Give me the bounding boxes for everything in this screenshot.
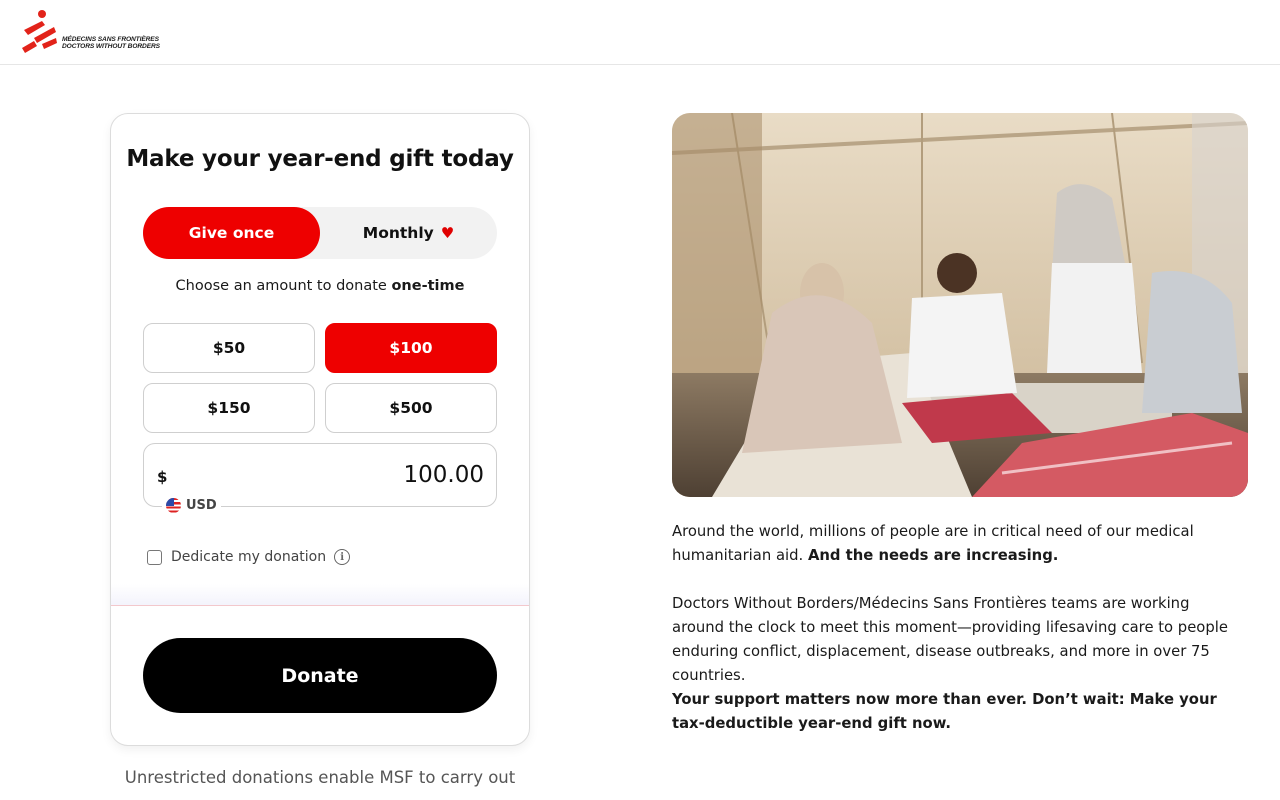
support-paragraph: Your support matters now more than ever.… bbox=[672, 691, 1217, 732]
amount-label: $100 bbox=[389, 339, 433, 357]
give-once-label: Give once bbox=[188, 224, 275, 242]
amount-label: $500 bbox=[389, 399, 433, 417]
amount-label: $150 bbox=[207, 399, 251, 417]
card-divider bbox=[111, 605, 529, 606]
amount-caption-text: Choose an amount to donate bbox=[175, 278, 387, 294]
unrestricted-donations-note: Unrestricted donations enable MSF to car… bbox=[124, 768, 516, 787]
dedicate-label[interactable]: Dedicate my donation bbox=[171, 549, 326, 565]
amount-caption-frequency: one-time bbox=[391, 278, 465, 294]
currency-selector[interactable]: USD bbox=[162, 498, 221, 513]
donation-title: Make your year-end gift today bbox=[126, 146, 514, 172]
monthly-label: Monthly bbox=[362, 224, 434, 242]
amount-button-500[interactable]: $500 bbox=[325, 383, 497, 433]
logo-line-2: DOCTORS WITHOUT BORDERS bbox=[62, 43, 160, 50]
amount-caption: Choose an amount to donate one-time bbox=[111, 278, 529, 294]
frequency-toggle: Give once Monthly ♥ bbox=[143, 207, 497, 259]
scroll-fade bbox=[111, 584, 529, 606]
heart-icon: ♥ bbox=[440, 224, 455, 242]
logo-wordmark: MÉDECINS SANS FRONTIÈRES DOCTORS WITHOUT… bbox=[62, 36, 160, 51]
dedicate-checkbox[interactable] bbox=[147, 549, 162, 565]
custom-amount-field[interactable]: $ USD bbox=[143, 443, 497, 513]
dedicate-donation-row: Dedicate my donation i bbox=[147, 549, 351, 565]
amount-input[interactable] bbox=[224, 458, 484, 492]
amount-button-50[interactable]: $50 bbox=[143, 323, 315, 373]
logo-line-1: MÉDECINS SANS FRONTIÈRES bbox=[62, 35, 159, 43]
amount-label: $50 bbox=[212, 339, 246, 357]
msf-logo[interactable]: MÉDECINS SANS FRONTIÈRES DOCTORS WITHOUT… bbox=[20, 8, 160, 56]
amount-button-150[interactable]: $150 bbox=[143, 383, 315, 433]
teams-paragraph: Doctors Without Borders/Médecins Sans Fr… bbox=[672, 595, 1228, 684]
monthly-button[interactable]: Monthly ♥ bbox=[320, 207, 497, 259]
site-header: MÉDECINS SANS FRONTIÈRES DOCTORS WITHOUT… bbox=[0, 0, 1280, 65]
intro-paragraph: Around the world, millions of people are… bbox=[672, 520, 1242, 568]
donation-card: Make your year-end gift today Give once … bbox=[110, 113, 530, 746]
give-once-button[interactable]: Give once bbox=[143, 207, 320, 259]
medical-tent-illustration bbox=[672, 113, 1248, 497]
intro-bold-text: And the needs are increasing. bbox=[807, 547, 1059, 564]
hero-photo bbox=[672, 113, 1248, 497]
msf-running-man-logo-icon bbox=[20, 8, 60, 56]
info-icon[interactable]: i bbox=[334, 549, 351, 565]
donate-button[interactable]: Donate bbox=[143, 638, 497, 713]
amount-button-100[interactable]: $100 bbox=[325, 323, 497, 373]
us-flag-icon bbox=[166, 498, 181, 513]
currency-symbol: $ bbox=[157, 468, 168, 486]
donate-label: Donate bbox=[281, 664, 359, 687]
currency-code: USD bbox=[186, 498, 217, 513]
